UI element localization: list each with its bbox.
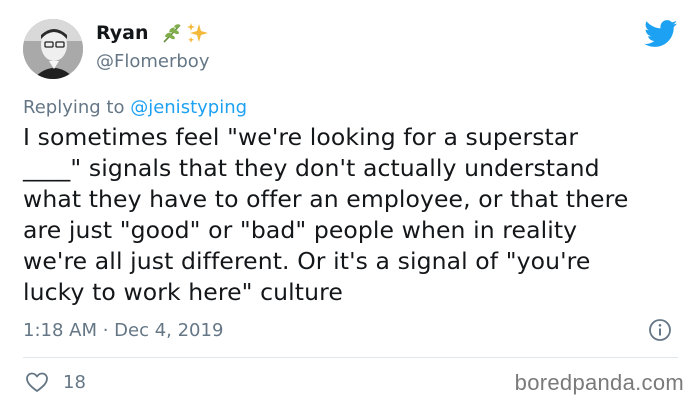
tweet-text: I sometimes feel "we're looking for a su… [23,122,688,308]
like-count: 18 [63,372,86,393]
replying-to-label: Replying to [23,97,131,118]
author-handle[interactable]: @Flomerboy [96,51,209,72]
heart-icon[interactable] [25,371,49,393]
avatar-photo [23,19,83,79]
replying-to: Replying to @jenistyping [23,97,247,118]
divider [23,357,678,358]
tweet-line: lucky to work here" culture [23,278,343,306]
herb-icon [162,24,181,43]
twitter-bird-icon[interactable] [644,20,678,48]
tweet-line: ____" signals that they don't actually u… [23,154,600,182]
author-emojis [161,22,210,44]
author-name-row[interactable]: Ryan [96,22,210,44]
watermark: boredpanda.com [514,370,684,395]
avatar[interactable] [23,19,83,79]
tweet-line: are just "good" or "bad" people when in … [23,216,578,244]
replying-to-mention[interactable]: @jenistyping [130,97,247,118]
sparkles-icon [186,23,208,43]
tweet-timestamp[interactable]: 1:18 AM · Dec 4, 2019 [23,320,223,341]
info-icon[interactable] [648,318,672,342]
tweet-line: we're all just different. Or it's a sign… [23,247,591,275]
tweet-line: I sometimes feel "we're looking for a su… [23,123,579,151]
author-display-name[interactable]: Ryan [96,22,149,44]
tweet-line: what they have to offer an employee, or … [23,185,629,213]
